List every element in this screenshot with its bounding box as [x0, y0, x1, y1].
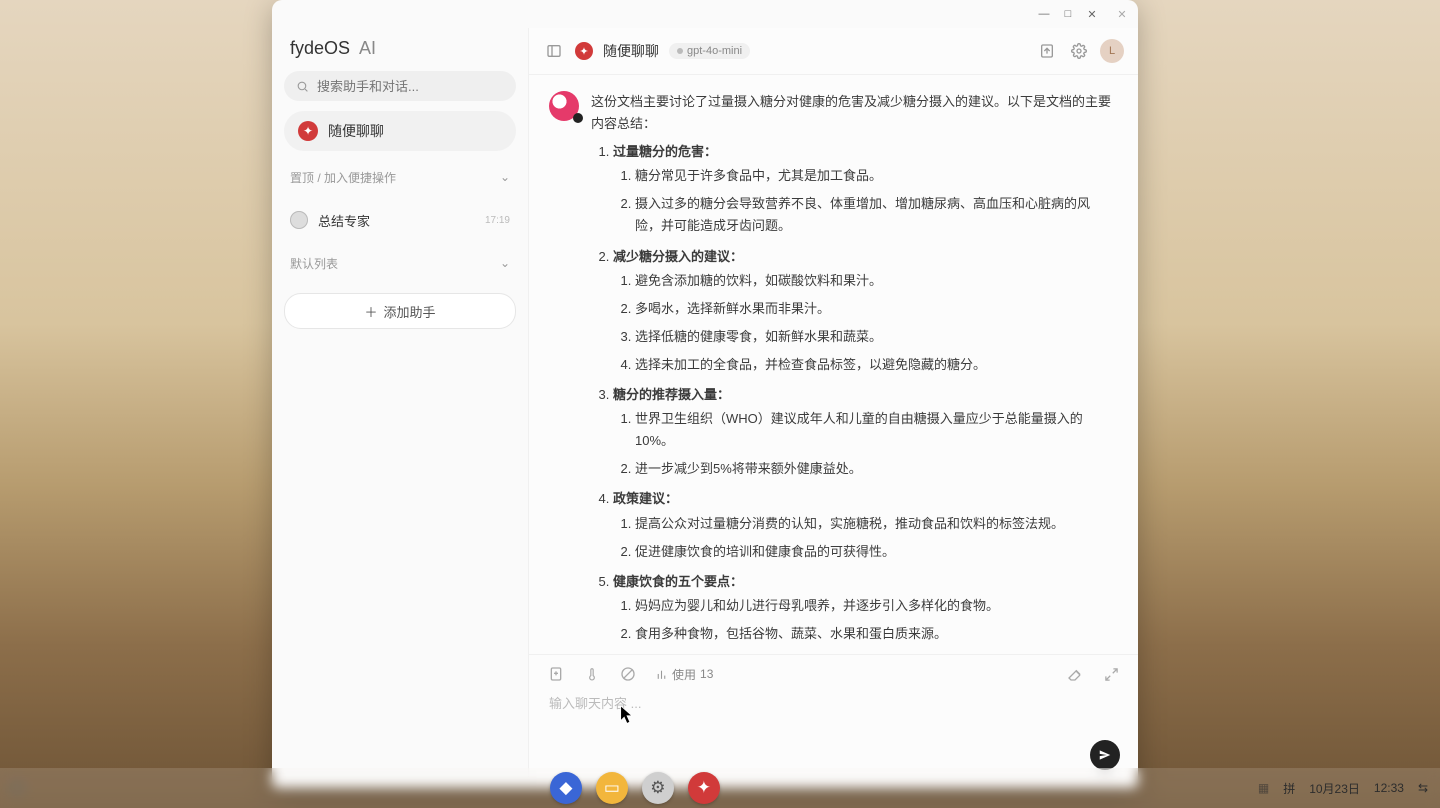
send-button[interactable] [1090, 740, 1120, 770]
message-section: 政策建议： 提高公众对过量糖分消费的认知，实施糖税，推动食品和饮料的标签法规。促进… [613, 488, 1111, 562]
composer-toolbar: 使用 13 [547, 665, 1120, 683]
shelf-app-settings[interactable]: ⚙ [642, 772, 674, 804]
section-items: 避免含添加糖的饮料，如碳酸饮料和果汁。多喝水，选择新鲜水果而非果汁。选择低糖的健… [613, 270, 1111, 376]
expand-icon[interactable] [1102, 665, 1120, 683]
section-item: 多喝水，选择新鲜水果而非果汁。 [635, 298, 1111, 320]
window-close-outer-button[interactable]: ✕ [1112, 4, 1132, 24]
brand-title: fydeOS AI [284, 32, 516, 61]
composer-input-area [547, 691, 1120, 770]
token-usage[interactable]: 使用 13 [655, 666, 713, 683]
section-item: 提高公众对过量糖分消费的认知，实施糖税，推动食品和饮料的标签法规。 [635, 513, 1111, 535]
shelf-app-browser[interactable]: ◆ [550, 772, 582, 804]
section-items: 提高公众对过量糖分消费的认知，实施糖税，推动食品和饮料的标签法规。促进健康饮食的… [613, 513, 1111, 563]
section-default[interactable]: 默认列表 ⌄ [284, 247, 516, 279]
chat-pane: ✦ 随便聊聊 gpt-4o-mini [528, 28, 1138, 788]
history-off-icon[interactable] [619, 665, 637, 683]
search-input[interactable] [315, 78, 504, 95]
active-chat-chip[interactable]: ✦ 随便聊聊 [284, 111, 516, 151]
search-icon [296, 80, 309, 93]
section-pinned[interactable]: 置顶 / 加入便捷操作 ⌄ [284, 161, 516, 193]
usage-count: 13 [700, 667, 713, 681]
dot-icon [677, 48, 683, 54]
message-intro: 这份文档主要讨论了过量摄入糖分对健康的危害及减少糖分摄入的建议。以下是文档的主要… [591, 91, 1111, 135]
message-section: 健康饮食的五个要点： 妈妈应为婴儿和幼儿进行母乳喂养，并逐步引入多样化的食物。食用… [613, 571, 1111, 654]
panel-toggle-icon[interactable] [543, 40, 565, 62]
section-title: 过量糖分的危害： [613, 144, 717, 159]
section-items: 糖分常见于许多食品中，尤其是加工食品。摄入过多的糖分会导致营养不良、体重增加、增… [613, 165, 1111, 237]
shelf-quick-settings-icon[interactable]: ⇆ [1418, 781, 1428, 795]
bar-chart-icon [655, 668, 668, 681]
chevron-down-icon: ⌄ [500, 170, 510, 184]
section-items: 妈妈应为婴儿和幼儿进行母乳喂养，并逐步引入多样化的食物。食用多种食物，包括谷物、… [613, 595, 1111, 654]
section-item: 世界卫生组织（WHO）建议成年人和儿童的自由糖摄入量应少于总能量摄入的10%。 [635, 408, 1111, 452]
chat-app-icon: ✦ [575, 42, 593, 60]
assistant-message: 这份文档主要讨论了过量摄入糖分对健康的危害及减少糖分摄入的建议。以下是文档的主要… [549, 91, 1114, 654]
active-chat-label: 随便聊聊 [328, 121, 384, 141]
window-minimize-button[interactable]: — [1034, 4, 1054, 24]
section-item: 进一步减少到5%将带来额外健康益处。 [635, 458, 1111, 480]
shelf-app-fydeos-ai[interactable]: ✦ [688, 772, 720, 804]
chat-scroll[interactable]: 这份文档主要讨论了过量摄入糖分对健康的危害及减少糖分摄入的建议。以下是文档的主要… [529, 75, 1138, 654]
message-section: 过量糖分的危害： 糖分常见于许多食品中，尤其是加工食品。摄入过多的糖分会导致营养不… [613, 141, 1111, 237]
attach-file-icon[interactable] [547, 665, 565, 683]
section-item: 妈妈应为婴儿和幼儿进行母乳喂养，并逐步引入多样化的食物。 [635, 595, 1111, 617]
thermometer-icon[interactable] [583, 665, 601, 683]
brand-subtitle: AI [359, 38, 376, 58]
message-section: 减少糖分摄入的建议： 避免含添加糖的饮料，如碳酸饮料和果汁。多喝水，选择新鲜水果而… [613, 246, 1111, 376]
model-selector[interactable]: gpt-4o-mini [669, 43, 750, 59]
chat-input[interactable] [547, 691, 1124, 765]
chat-title: 随便聊聊 [603, 41, 659, 61]
assistant-label: 总结专家 [318, 211, 370, 230]
eraser-icon[interactable] [1066, 665, 1084, 683]
message-section: 糖分的推荐摄入量： 世界卫生组织（WHO）建议成年人和儿童的自由糖摄入量应少于总能… [613, 384, 1111, 480]
search-box[interactable] [284, 71, 516, 101]
shelf-date: 10月23日 [1309, 780, 1360, 797]
section-item: 食用多种食物，包括谷物、蔬菜、水果和蛋白质来源。 [635, 623, 1111, 645]
chevron-down-icon: ⌄ [500, 256, 510, 270]
section-item: 选择低糖的健康零食，如新鲜水果和蔬菜。 [635, 326, 1111, 348]
section-title: 糖分的推荐摄入量： [613, 387, 730, 402]
plus-icon: ＋ [364, 302, 377, 321]
message-body: 这份文档主要讨论了过量摄入糖分对健康的危害及减少糖分摄入的建议。以下是文档的主要… [591, 91, 1111, 654]
section-title: 减少糖分摄入的建议： [613, 249, 743, 264]
assistant-row-summary[interactable]: 总结专家 17:19 [284, 203, 516, 237]
shelf-status-area[interactable]: ▦ 拼 10月23日 12:33 ⇆ [1258, 780, 1428, 797]
window-titlebar: — □ ✕ ✕ [272, 0, 1138, 28]
add-assistant-label: 添加助手 [384, 302, 436, 321]
section-item: 选择未加工的全食品，并检查食品标签，以避免隐藏的糖分。 [635, 354, 1111, 376]
shelf-time: 12:33 [1374, 781, 1404, 795]
section-default-label: 默认列表 [290, 255, 338, 272]
assistant-avatar-icon [290, 211, 308, 229]
tray-app-icon[interactable]: ▦ [1258, 781, 1269, 795]
export-icon[interactable] [1036, 40, 1058, 62]
model-label: gpt-4o-mini [687, 45, 742, 57]
ime-indicator[interactable]: 拼 [1283, 780, 1295, 797]
section-item: 促进健康饮食的培训和健康食品的可获得性。 [635, 541, 1111, 563]
assistant-avatar-icon [549, 91, 579, 121]
shelf: ◆ ▭ ⚙ ✦ ▦ 拼 10月23日 12:33 ⇆ [0, 768, 1440, 808]
section-title: 政策建议： [613, 491, 678, 506]
section-items: 世界卫生组织（WHO）建议成年人和儿童的自由糖摄入量应少于总能量摄入的10%。进… [613, 408, 1111, 480]
settings-icon[interactable] [1068, 40, 1090, 62]
section-item: 摄入过多的糖分会导致营养不良、体重增加、增加糖尿病、高血压和心脏病的风险，并可能… [635, 193, 1111, 237]
user-avatar[interactable]: L [1100, 39, 1124, 63]
sidebar: fydeOS AI ✦ 随便聊聊 置顶 / 加入便捷操作 ⌄ [272, 28, 528, 788]
section-item: 糖分常见于许多食品中，尤其是加工食品。 [635, 165, 1111, 187]
assistant-timestamp: 17:19 [485, 215, 510, 226]
section-item: 避免含添加糖的饮料，如碳酸饮料和果汁。 [635, 270, 1111, 292]
add-assistant-button[interactable]: ＋ 添加助手 [284, 293, 516, 329]
shelf-app-files[interactable]: ▭ [596, 772, 628, 804]
chat-header: ✦ 随便聊聊 gpt-4o-mini [529, 28, 1138, 75]
chat-app-icon: ✦ [298, 121, 318, 141]
message-sections: 过量糖分的危害： 糖分常见于许多食品中，尤其是加工食品。摄入过多的糖分会导致营养不… [591, 141, 1111, 654]
window-maximize-button[interactable]: □ [1058, 4, 1078, 24]
window-close-button[interactable]: ✕ [1082, 4, 1102, 24]
usage-label: 使用 [672, 666, 696, 683]
shelf-apps: ◆ ▭ ⚙ ✦ [550, 772, 720, 804]
section-title: 健康饮食的五个要点： [613, 574, 743, 589]
app-window: — □ ✕ ✕ fydeOS AI ✦ 随便聊聊 [272, 0, 1138, 788]
brand-name: fydeOS [290, 38, 350, 58]
section-pinned-label: 置顶 / 加入便捷操作 [290, 169, 396, 186]
